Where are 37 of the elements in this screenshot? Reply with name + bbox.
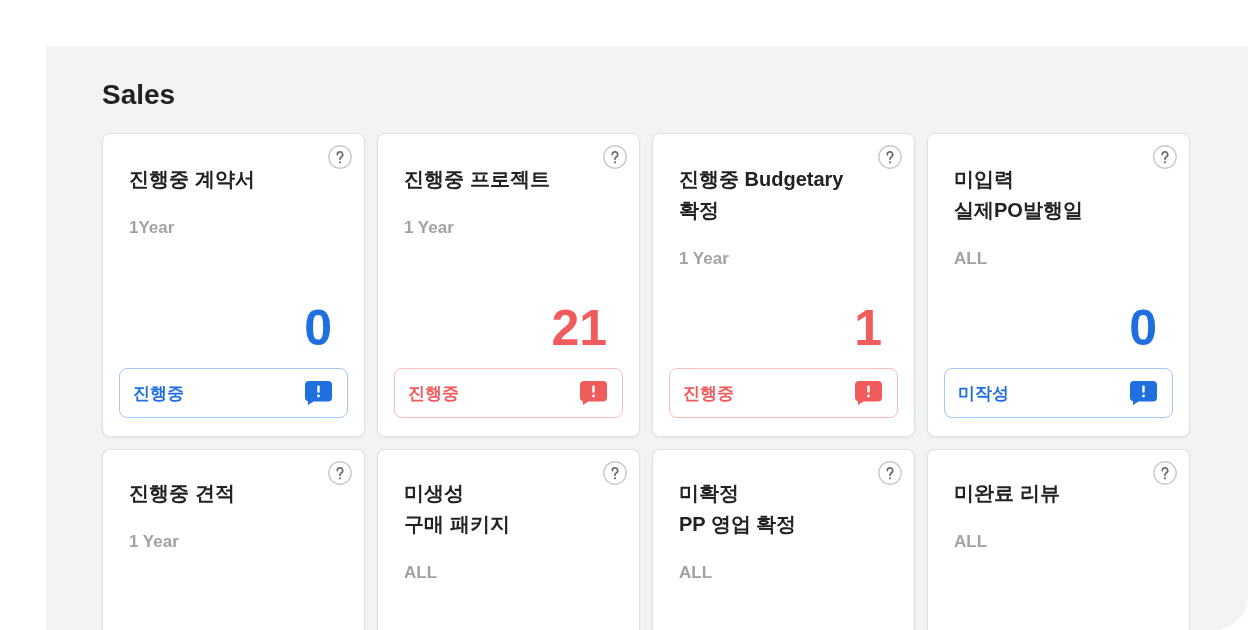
card-title: 진행중 프로젝트	[403, 167, 551, 192]
period-label: ALL	[953, 531, 989, 553]
card-title: 진행중 계약서	[128, 167, 256, 192]
status-button[interactable]: 미작성	[944, 368, 1173, 418]
status-button[interactable]: 진행중	[119, 368, 348, 418]
help-icon[interactable]	[878, 145, 902, 169]
speech-bubble-icon	[580, 381, 607, 405]
metric-value: 0	[1129, 302, 1157, 354]
help-icon[interactable]	[878, 461, 902, 485]
speech-bubble-icon	[1130, 381, 1157, 405]
help-icon[interactable]	[328, 145, 352, 169]
card-title: 미입력 실제PO발행일	[953, 167, 1084, 223]
speech-bubble-icon	[855, 381, 882, 405]
speech-bubble-icon	[305, 381, 332, 405]
help-icon[interactable]	[603, 145, 627, 169]
card-title: 미완료 리뷰	[953, 481, 1061, 506]
period-label: 1Year	[128, 217, 176, 239]
period-label: 1 Year	[678, 248, 730, 270]
period-label: ALL	[403, 562, 439, 584]
metric-value: 1	[854, 302, 882, 354]
help-icon[interactable]	[1153, 145, 1177, 169]
card-title: 진행중 견적	[128, 481, 236, 506]
metric-value: 21	[551, 302, 607, 354]
status-button[interactable]: 진행중	[669, 368, 898, 418]
status-button[interactable]: 진행중	[394, 368, 623, 418]
help-icon[interactable]	[328, 461, 352, 485]
period-label: ALL	[953, 248, 989, 270]
period-label: 1 Year	[128, 531, 180, 553]
help-icon[interactable]	[603, 461, 627, 485]
section-title: Sales	[102, 78, 177, 112]
card-title: 진행중 Budgetary 확정	[678, 167, 845, 223]
card-title: 미확정 PP 영업 확정	[678, 481, 798, 537]
period-label: 1 Year	[403, 217, 455, 239]
metric-value: 0	[304, 302, 332, 354]
period-label: ALL	[678, 562, 714, 584]
card-title: 미생성 구매 패키지	[403, 481, 511, 537]
help-icon[interactable]	[1153, 461, 1177, 485]
